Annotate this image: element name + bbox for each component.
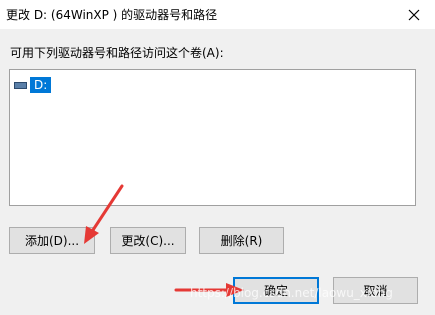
annotation-arrow-ok <box>174 283 244 297</box>
watermark: https://blog.csdn.net/laowu_xiong <box>190 286 393 300</box>
